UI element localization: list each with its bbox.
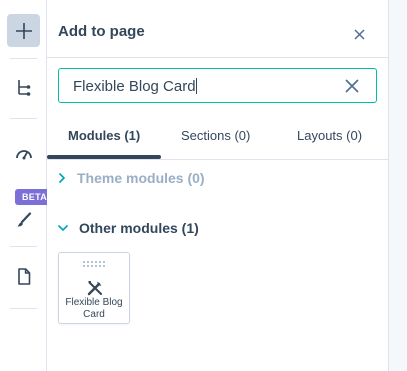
gauge-icon [15, 149, 32, 159]
rail-divider [10, 58, 37, 59]
add-button[interactable] [7, 14, 40, 47]
close-button[interactable] [349, 24, 369, 44]
panel-header: Add to page [47, 0, 388, 58]
tree-icon [17, 79, 30, 96]
group-other-modules[interactable]: Other modules (1) [57, 220, 199, 236]
chevron-down-icon [57, 224, 69, 232]
tab-sections[interactable]: Sections (0) [181, 128, 250, 143]
rail-divider [10, 308, 37, 309]
group-label: Other modules (1) [79, 220, 199, 236]
brush-icon [17, 211, 31, 226]
tree-button[interactable] [7, 71, 40, 104]
rail-divider [10, 246, 37, 247]
design-button[interactable] [7, 203, 40, 236]
tab-modules[interactable]: Modules (1) [68, 128, 140, 143]
module-card-flexible-blog-card[interactable]: Flexible Blog Card [58, 252, 130, 324]
search-input-value[interactable]: Flexible Blog Card [73, 78, 197, 95]
group-label: Theme modules (0) [77, 170, 205, 186]
add-icon [15, 22, 32, 39]
performance-button[interactable] [7, 136, 40, 169]
page-icon [17, 268, 30, 285]
group-theme-modules[interactable]: Theme modules (0) [57, 170, 205, 186]
clear-icon [345, 79, 359, 93]
canvas-edge [388, 0, 407, 371]
drag-handle-icon[interactable] [83, 261, 105, 267]
tab-layouts[interactable]: Layouts (0) [297, 128, 362, 143]
module-card-label: Flexible Blog Card [65, 297, 123, 320]
rail-divider [10, 118, 37, 119]
page-button[interactable] [7, 260, 40, 293]
left-rail: BETA [0, 0, 54, 371]
clear-search-button[interactable] [343, 77, 361, 95]
panel-title: Add to page [58, 23, 145, 40]
active-tab-indicator [47, 155, 161, 159]
tab-bar: Modules (1) Sections (0) Layouts (0) [47, 120, 388, 160]
close-icon [353, 28, 365, 40]
search-input[interactable]: Flexible Blog Card [58, 68, 377, 103]
chevron-right-icon [58, 172, 66, 184]
tools-icon [87, 281, 102, 296]
add-to-page-panel: Add to page Flexible Blog Card Modules (… [47, 0, 388, 371]
